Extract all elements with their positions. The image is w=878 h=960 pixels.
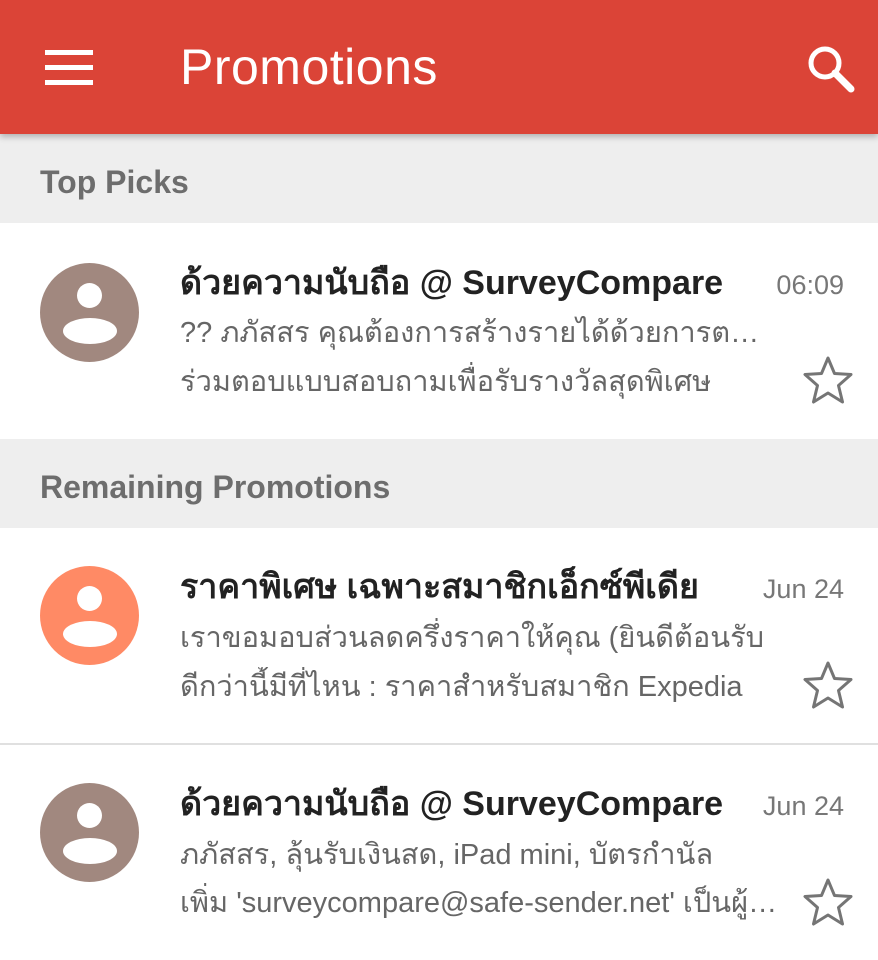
email-subject: เราขอมอบส่วนลดครึ่งราคาให้คุณ (ยินดีต้อน… bbox=[180, 622, 765, 654]
email-sender: ด้วยความนับถือ @ SurveyCompare bbox=[180, 264, 724, 302]
email-snippet: เพิ่ม 'surveycompare@safe-sender.net' เป… bbox=[180, 887, 795, 919]
email-row[interactable]: ด้วยความนับถือ @ SurveyCompare Jun 24 ภภ… bbox=[0, 745, 878, 960]
email-date: Jun 24 bbox=[762, 574, 844, 604]
avatar-body-shape bbox=[63, 318, 117, 344]
avatar[interactable] bbox=[40, 263, 139, 362]
section-header-top-picks: Top Picks bbox=[0, 134, 878, 223]
avatar-head-shape bbox=[77, 586, 102, 611]
email-subject: ภภัสสร, ลุ้นรับเงินสด, iPad mini, บัตรกำ… bbox=[180, 839, 714, 871]
menu-bar-line bbox=[45, 79, 93, 85]
avatar-body-shape bbox=[63, 838, 117, 864]
email-sender: ด้วยความนับถือ @ SurveyCompare bbox=[180, 785, 724, 823]
section-header-remaining-promotions: Remaining Promotions bbox=[0, 439, 878, 528]
menu-bar-line bbox=[45, 64, 93, 70]
email-date: Jun 24 bbox=[762, 791, 844, 821]
page-title: Promotions bbox=[180, 39, 438, 95]
search-icon[interactable] bbox=[798, 36, 864, 102]
avatar[interactable] bbox=[40, 783, 139, 882]
email-sender: ราคาพิเศษ เฉพาะสมาชิกเอ็กซ์พีเดีย bbox=[180, 568, 699, 606]
star-icon[interactable] bbox=[800, 658, 856, 714]
avatar-head-shape bbox=[77, 803, 102, 828]
star-icon[interactable] bbox=[800, 353, 856, 409]
star-icon[interactable] bbox=[800, 875, 856, 931]
email-date: 06:09 bbox=[776, 270, 844, 300]
email-row[interactable]: ด้วยความนับถือ @ SurveyCompare 06:09 ?? … bbox=[0, 223, 878, 439]
email-snippet: ดีกว่านี้มีที่ไหน : ราคาสำหรับสมาชิก Exp… bbox=[180, 671, 743, 703]
avatar[interactable] bbox=[40, 566, 139, 665]
email-snippet: ร่วมตอบแบบสอบถามเพื่อรับรางวัลสุดพิเศษ bbox=[180, 366, 712, 398]
avatar-head-shape bbox=[77, 283, 102, 308]
avatar-body-shape bbox=[63, 621, 117, 647]
hamburger-menu-icon[interactable] bbox=[28, 30, 110, 104]
app-bar: Promotions bbox=[0, 0, 878, 134]
email-row[interactable]: ราคาพิเศษ เฉพาะสมาชิกเอ็กซ์พีเดีย Jun 24… bbox=[0, 528, 878, 744]
menu-bar-line bbox=[45, 49, 93, 55]
email-subject: ?? ภภัสสร คุณต้องการสร้างรายได้ด้วยการตอ… bbox=[180, 317, 770, 349]
